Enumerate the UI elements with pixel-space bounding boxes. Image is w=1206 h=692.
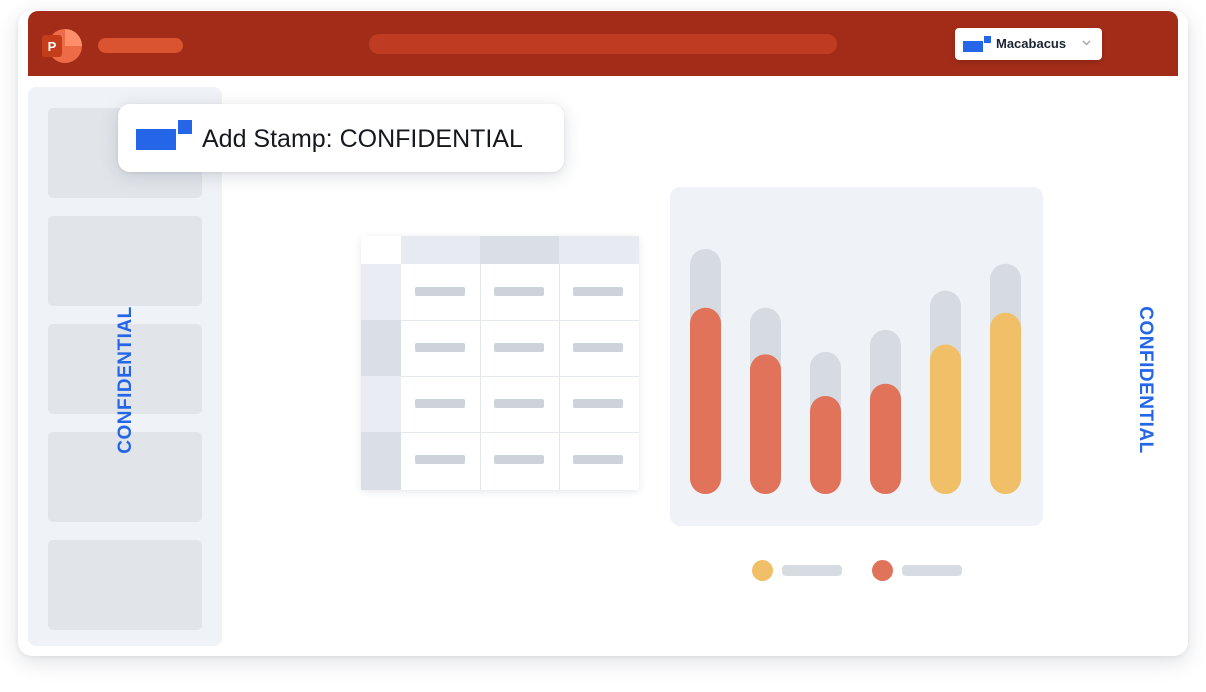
confidential-stamp-left[interactable]: CONFIDENTIAL <box>115 306 136 454</box>
table-row-header <box>361 376 401 432</box>
legend-label-placeholder <box>902 565 962 576</box>
bar-5 <box>930 344 961 494</box>
confidential-stamp-right[interactable]: CONFIDENTIAL <box>1135 306 1156 454</box>
chevron-down-icon <box>1082 40 1091 46</box>
table-cell-placeholder <box>573 343 623 352</box>
table-cell-placeholder <box>573 287 623 296</box>
app-name-placeholder <box>98 38 183 53</box>
bar-1 <box>690 307 721 494</box>
table-cell-placeholder <box>415 343 465 352</box>
table-divider <box>401 376 639 377</box>
macabacus-label: Macabacus <box>996 36 1067 51</box>
table-cell-placeholder <box>573 455 623 464</box>
search-bar[interactable] <box>369 34 837 54</box>
legend-swatch-yellow <box>752 560 773 581</box>
table-cell-placeholder <box>494 343 544 352</box>
table-divider <box>401 432 639 433</box>
add-stamp-tooltip[interactable]: Add Stamp: CONFIDENTIAL <box>118 104 564 172</box>
slide-thumbnail[interactable] <box>48 216 202 306</box>
macabacus-addin-button[interactable]: Macabacus <box>955 28 1102 60</box>
stamp-icon <box>136 119 192 150</box>
bar-chart-svg <box>690 249 1021 494</box>
slide-thumbnail[interactable] <box>48 540 202 630</box>
table-cell-placeholder <box>494 399 544 408</box>
table-header-cell <box>559 236 639 264</box>
table-row-header <box>361 320 401 376</box>
legend-swatch-orange <box>872 560 893 581</box>
table-divider <box>559 264 560 490</box>
table-divider <box>480 264 481 490</box>
table-row-header <box>361 432 401 490</box>
stamp-right-text: CONFIDENTIAL <box>1135 306 1156 454</box>
slide-table[interactable] <box>361 236 639 490</box>
svg-text:P: P <box>48 39 57 54</box>
table-cell-placeholder <box>415 455 465 464</box>
bar-6 <box>990 312 1021 494</box>
legend-label-placeholder <box>782 565 842 576</box>
add-stamp-label: Add Stamp: CONFIDENTIAL <box>202 125 523 153</box>
table-cell-placeholder <box>415 399 465 408</box>
table-cell-placeholder <box>494 287 544 296</box>
bar-4 <box>870 383 901 494</box>
powerpoint-icon[interactable]: P <box>42 28 84 64</box>
bar-3 <box>810 396 841 494</box>
table-header-cell <box>401 236 480 264</box>
table-divider <box>401 320 639 321</box>
bar-2 <box>750 354 781 494</box>
table-cell-placeholder <box>415 287 465 296</box>
table-cell-placeholder <box>494 455 544 464</box>
macabacus-logo-icon <box>963 36 991 52</box>
table-row-header <box>361 264 401 320</box>
table-header-cell <box>480 236 559 264</box>
app-window: P Macabacus CONFIDENTIAL CONFIDENTIAL Ad… <box>18 10 1188 656</box>
title-bar: P Macabacus <box>28 11 1178 76</box>
slide-chart[interactable] <box>670 187 1043 526</box>
table-cell-placeholder <box>573 399 623 408</box>
stamp-left-text: CONFIDENTIAL <box>115 306 136 454</box>
